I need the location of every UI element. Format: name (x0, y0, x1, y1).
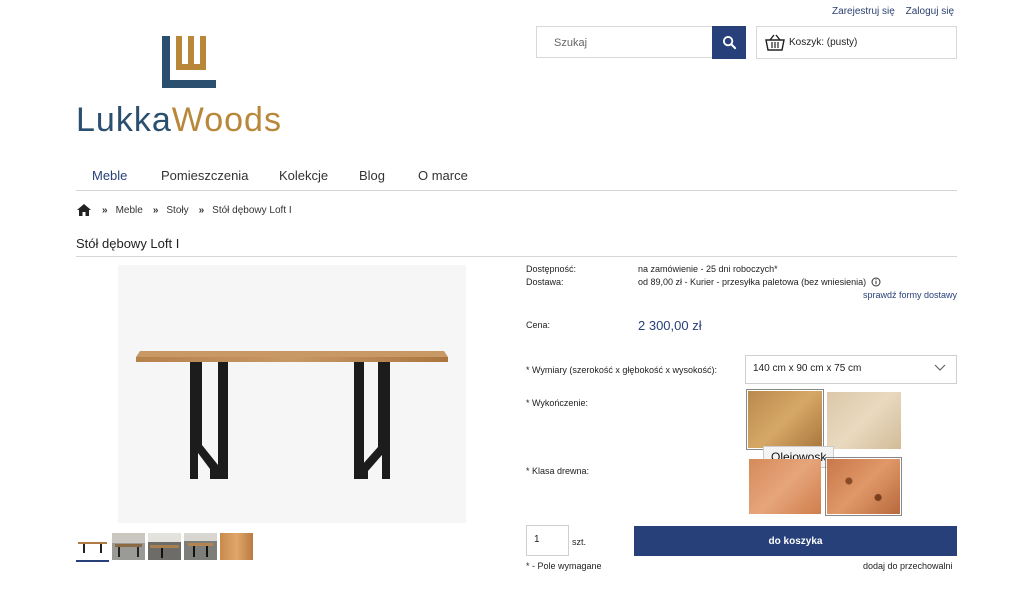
thumbnail[interactable] (148, 533, 181, 560)
delivery-value: od 89,00 zł - Kurier - przesyłka paletow… (638, 277, 867, 287)
breadcrumb-current: Stół dębowy Loft I (212, 204, 292, 216)
main-nav: Meble Pomieszczenia Kolekcje Blog O marc… (76, 166, 957, 191)
wood-class-label: * Klasa drewna: (526, 466, 590, 476)
breadcrumb: » Meble » Stoły » Stół dębowy Loft I (76, 203, 292, 217)
account-links: Zarejestruj się Zaloguj się (824, 6, 954, 17)
breadcrumb-item[interactable]: Meble (116, 205, 143, 216)
nav-item-pomieszczenia[interactable]: Pomieszczenia (161, 168, 248, 183)
delivery-options-link[interactable]: sprawdź formy dostawy (863, 290, 957, 300)
breadcrumb-separator: » (152, 204, 159, 216)
brand-name-part1: Lukka (76, 101, 172, 139)
cart-button[interactable]: Koszyk: (pusty) (756, 26, 957, 59)
finish-label: * Wykończenie: (526, 398, 588, 408)
login-link[interactable]: Zaloguj się (906, 6, 954, 17)
availability-value: na zamówienie - 25 dni roboczych* (638, 264, 778, 274)
quantity-unit: szt. (572, 537, 587, 547)
quantity-input[interactable]: 1 (526, 525, 569, 556)
nav-item-meble[interactable]: Meble (92, 168, 127, 183)
logo-mark-icon (162, 36, 216, 88)
nav-item-blog[interactable]: Blog (359, 168, 385, 183)
dimensions-select[interactable]: 140 cm x 90 cm x 75 cm (745, 355, 957, 384)
thumbnail[interactable] (184, 533, 217, 560)
breadcrumb-separator: » (198, 204, 205, 216)
breadcrumb-separator: » (102, 204, 108, 216)
finish-swatch-natural[interactable] (827, 392, 901, 449)
chevron-down-icon (934, 364, 946, 371)
dimensions-selected: 140 cm x 90 cm x 75 cm (753, 363, 862, 374)
dimensions-label: * Wymiary (szerokość x głębokość x wysok… (526, 365, 717, 375)
availability-label: Dostępność: (526, 264, 577, 274)
breadcrumb-item[interactable]: Stoły (166, 205, 188, 216)
thumbnail-strip (76, 533, 256, 562)
price-value: 2 300,00 zł (638, 318, 702, 333)
thumbnail[interactable] (220, 533, 253, 560)
thumbnail[interactable] (112, 533, 145, 560)
table-image (136, 351, 448, 479)
cart-label: Koszyk: (pusty) (789, 37, 858, 48)
brand-name: LukkaWoods (76, 102, 282, 138)
wood-class-swatch-b[interactable] (825, 457, 902, 516)
thumbnail[interactable] (76, 533, 109, 562)
search-icon (722, 35, 736, 50)
wood-class-swatch-a[interactable] (749, 459, 821, 514)
delivery-label: Dostawa: (526, 277, 564, 287)
product-main-image[interactable] (118, 265, 466, 523)
divider (76, 256, 957, 257)
info-icon[interactable] (871, 277, 881, 287)
basket-icon (765, 34, 785, 51)
required-note: * - Pole wymagane (526, 561, 602, 571)
finish-swatch-oiled[interactable] (746, 389, 824, 450)
register-link[interactable]: Zarejestruj się (832, 6, 895, 17)
home-icon[interactable] (76, 203, 92, 217)
nav-item-o-marce[interactable]: O marce (418, 168, 468, 183)
brand-name-part2: Woods (171, 101, 282, 139)
page-title: Stół dębowy Loft I (76, 236, 180, 251)
delivery-info: od 89,00 zł - Kurier - przesyłka paletow… (638, 277, 881, 287)
add-to-wishlist-link[interactable]: dodaj do przechowalni (863, 561, 953, 571)
search-input[interactable]: Szukaj (536, 26, 712, 58)
nav-item-kolekcje[interactable]: Kolekcje (279, 168, 328, 183)
brand-logo[interactable]: LukkaWoods (76, 36, 306, 140)
search-button[interactable] (712, 26, 746, 59)
price-label: Cena: (526, 320, 551, 330)
add-to-cart-button[interactable]: do koszyka (634, 526, 957, 556)
